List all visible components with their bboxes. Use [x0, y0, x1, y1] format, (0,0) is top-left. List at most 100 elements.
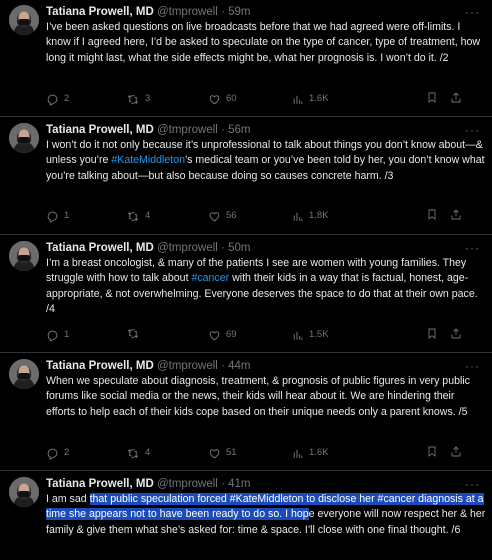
- author-handle[interactable]: @tmprowell: [157, 360, 218, 372]
- like-button[interactable]: 56: [208, 208, 237, 224]
- text-segment: I’ve been asked questions on live broadc…: [46, 21, 481, 64]
- repost-button[interactable]: 4: [126, 208, 150, 224]
- hashtag-link[interactable]: #cancer: [191, 272, 229, 284]
- more-options-icon[interactable]: ···: [465, 240, 480, 256]
- avatar[interactable]: [9, 5, 39, 35]
- timestamp[interactable]: 59m: [228, 6, 250, 18]
- author-name[interactable]: Tatiana Prowell, MD: [46, 360, 154, 372]
- tweet-text: I am sad that public speculation forced …: [46, 492, 486, 538]
- action-bar: 2 4 51 1.6K: [46, 445, 466, 461]
- bookmark-button[interactable]: [426, 445, 438, 458]
- tweet[interactable]: Tatiana Prowell, MD @tmprowell · 59m ···…: [0, 0, 492, 117]
- author-handle[interactable]: @tmprowell: [157, 124, 218, 136]
- views-button[interactable]: 1.5K: [291, 327, 329, 343]
- like-button[interactable]: 60: [208, 91, 237, 107]
- bookmark-icon: [428, 209, 436, 220]
- separator-dot: ·: [221, 242, 225, 254]
- share-button[interactable]: [450, 327, 462, 340]
- views-button[interactable]: 1.8K: [291, 208, 329, 224]
- repost-icon: [127, 329, 139, 338]
- tweet-header: Tatiana Prowell, MD @tmprowell · 50m ···: [46, 240, 484, 256]
- timestamp[interactable]: 50m: [228, 242, 250, 254]
- share-button[interactable]: [450, 208, 462, 221]
- repost-icon: [127, 448, 139, 458]
- more-options-icon[interactable]: ···: [465, 476, 480, 492]
- avatar[interactable]: [9, 241, 39, 271]
- thread-timeline: Tatiana Prowell, MD @tmprowell · 59m ···…: [0, 0, 492, 560]
- more-options-icon[interactable]: ···: [465, 4, 480, 20]
- reply-count: 1: [64, 329, 70, 340]
- bookmark-icon: [428, 446, 436, 457]
- like-count: 60: [226, 93, 237, 104]
- timestamp[interactable]: 56m: [228, 124, 250, 136]
- more-options-icon[interactable]: ···: [465, 122, 480, 138]
- share-icon: [451, 446, 461, 457]
- tweet-text: I’ve been asked questions on live broadc…: [46, 20, 486, 66]
- bookmark-button[interactable]: [426, 327, 438, 340]
- tweet-header: Tatiana Prowell, MD @tmprowell · 59m ···: [46, 4, 484, 20]
- reply-icon: [47, 94, 58, 106]
- author-handle[interactable]: @tmprowell: [157, 478, 218, 490]
- author-name[interactable]: Tatiana Prowell, MD: [46, 124, 154, 136]
- reply-icon: [47, 448, 58, 460]
- reply-button[interactable]: 1: [46, 208, 69, 224]
- share-button[interactable]: [450, 91, 462, 104]
- like-icon: [209, 211, 220, 221]
- like-button[interactable]: 69: [208, 327, 237, 343]
- repost-icon: [127, 211, 139, 221]
- like-count: 69: [226, 329, 237, 340]
- reply-button[interactable]: 2: [46, 91, 69, 107]
- views-count: 1.5K: [309, 329, 329, 340]
- timestamp[interactable]: 41m: [228, 478, 250, 490]
- repost-button[interactable]: 4: [126, 445, 150, 461]
- more-options-icon[interactable]: ···: [465, 358, 480, 374]
- views-button[interactable]: 1.6K: [291, 445, 329, 461]
- separator-dot: ·: [221, 6, 225, 18]
- repost-count: 4: [145, 447, 151, 458]
- separator-dot: ·: [221, 124, 225, 136]
- author-handle[interactable]: @tmprowell: [157, 242, 218, 254]
- repost-button[interactable]: 3: [126, 91, 150, 107]
- share-button[interactable]: [450, 445, 462, 458]
- tweet[interactable]: Tatiana Prowell, MD @tmprowell · 44m ···…: [0, 354, 492, 471]
- avatar[interactable]: [9, 123, 39, 153]
- separator-dot: ·: [221, 478, 225, 490]
- reply-count: 2: [64, 93, 70, 104]
- tweet-header: Tatiana Prowell, MD @tmprowell · 41m ···: [46, 476, 484, 492]
- reply-button[interactable]: 2: [46, 445, 69, 461]
- reply-button[interactable]: 1: [46, 327, 69, 343]
- tweet[interactable]: Tatiana Prowell, MD @tmprowell · 56m ···…: [0, 118, 492, 235]
- reply-count: 1: [64, 210, 70, 221]
- hashtag-link[interactable]: #KateMiddleton: [111, 154, 185, 166]
- tweet[interactable]: Tatiana Prowell, MD @tmprowell · 41m ···…: [0, 472, 492, 560]
- repost-button[interactable]: [126, 327, 145, 340]
- bookmark-icon: [428, 328, 436, 339]
- tweet-header: Tatiana Prowell, MD @tmprowell · 44m ···: [46, 358, 484, 374]
- like-icon: [209, 94, 220, 104]
- text-segment: When we speculate about diagnosis, treat…: [46, 375, 470, 418]
- author-handle[interactable]: @tmprowell: [157, 6, 218, 18]
- repost-count: 3: [145, 93, 151, 104]
- timestamp[interactable]: 44m: [228, 360, 250, 372]
- views-count: 1.6K: [309, 93, 329, 104]
- author-name[interactable]: Tatiana Prowell, MD: [46, 6, 154, 18]
- tweet-text: When we speculate about diagnosis, treat…: [46, 374, 486, 420]
- avatar[interactable]: [9, 477, 39, 507]
- author-name[interactable]: Tatiana Prowell, MD: [46, 478, 154, 490]
- tweet[interactable]: Tatiana Prowell, MD @tmprowell · 50m ···…: [0, 236, 492, 353]
- text-segment: I am sad: [46, 493, 90, 505]
- like-icon: [209, 330, 220, 340]
- reply-icon: [47, 330, 58, 342]
- views-icon: [293, 95, 303, 104]
- views-button[interactable]: 1.6K: [291, 91, 329, 107]
- like-button[interactable]: 51: [208, 445, 237, 461]
- separator-dot: ·: [221, 360, 225, 372]
- like-count: 56: [226, 210, 237, 221]
- bookmark-button[interactable]: [426, 91, 438, 104]
- views-icon: [293, 212, 303, 221]
- action-bar: 2 3 60 1.6K: [46, 91, 466, 107]
- tweet-text: I won’t do it not only because it’s unpr…: [46, 138, 486, 184]
- avatar[interactable]: [9, 359, 39, 389]
- author-name[interactable]: Tatiana Prowell, MD: [46, 242, 154, 254]
- bookmark-button[interactable]: [426, 208, 438, 221]
